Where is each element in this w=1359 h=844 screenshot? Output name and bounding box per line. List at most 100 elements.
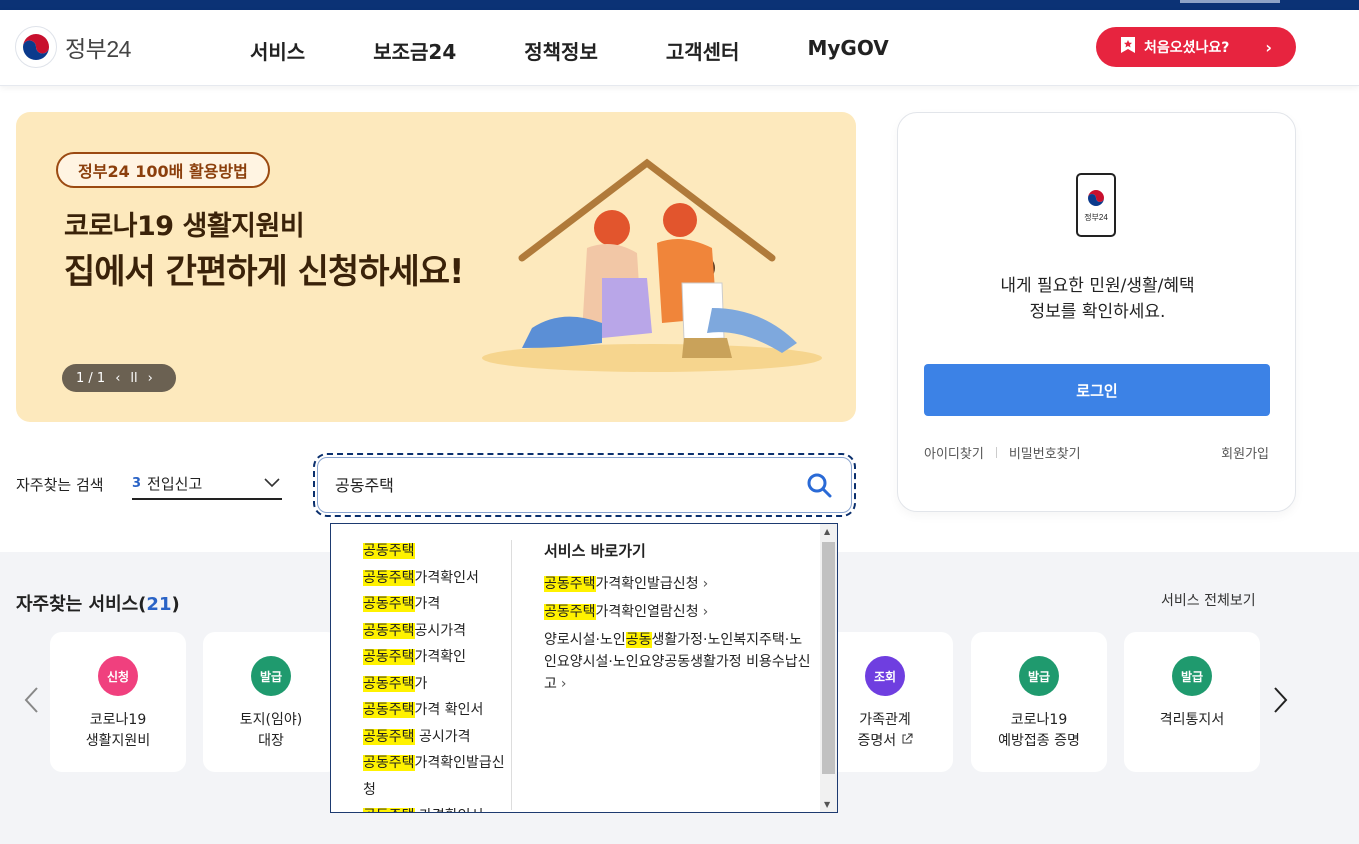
suggestion-item[interactable]: 공동주택가격 [363, 591, 513, 618]
first-visit-label: 처음오셨나요? [1144, 40, 1230, 56]
hero-banner[interactable]: 정부24 100배 활용방법 코로나19 생활지원비 집에서 간편하게 신청하세… [16, 112, 856, 422]
suggestion-match: 공동주택 [363, 622, 415, 639]
services-title-end: ) [171, 594, 180, 615]
suggestion-item[interactable]: 공동주택가격확인서 [363, 565, 513, 592]
suggestion-match: 공동주택 [363, 755, 415, 771]
find-password-link[interactable]: 비밀번호찾기 [1009, 443, 1081, 462]
service-badge: 조회 [865, 656, 905, 696]
pause-icon[interactable]: ll [130, 371, 137, 386]
service-name-line1: 가족관계 [859, 712, 911, 728]
shortcut-link[interactable]: 양로시설·노인공동생활가정·노인복지주택·노인요양시설·노인요양공동생활가정 비… [544, 629, 814, 695]
frequent-search-select[interactable]: 3 전입신고 [132, 468, 282, 500]
service-name-line1: 코로나19 [1010, 712, 1068, 728]
signup-link[interactable]: 회원가입 [1221, 443, 1269, 462]
suggestion-item[interactable]: 공동주택가격확인발급신청 [363, 750, 513, 803]
services-title-text: 자주찾는 서비스( [16, 594, 147, 615]
shortcut-text-post: 가격확인발급신청 [595, 576, 699, 592]
prev-slide-icon[interactable]: ‹ [115, 371, 120, 386]
main-nav: 서비스 보조금24 정책정보 고객센터 MyGOV [250, 36, 957, 65]
chevron-down-icon [264, 474, 280, 492]
bookmark-star-icon [1120, 36, 1136, 58]
service-name-line1: 토지(임야) [239, 712, 303, 728]
service-name: 토지(임야) 대장 [203, 710, 339, 752]
suggestion-match: 공동주택 [363, 728, 415, 745]
frequent-search-label: 자주찾는 검색 [16, 476, 104, 494]
suggestion-item[interactable]: 공동주택 가격확인서 [363, 803, 513, 812]
search-box [313, 453, 856, 517]
service-badge: 발급 [251, 656, 291, 696]
suggestion-item[interactable]: 공동주택 [363, 538, 513, 565]
first-visit-button[interactable]: 처음오셨나요? › [1096, 27, 1296, 67]
service-badge: 발급 [1019, 656, 1059, 696]
search-input[interactable] [335, 474, 775, 493]
suggestion-rest: 가격 [414, 596, 441, 612]
suggestion-match: 공동주택 [363, 543, 415, 559]
suggestion-rest: 공시가격 [414, 622, 467, 639]
service-name: 코로나19 생활지원비 [50, 710, 186, 752]
family-house-illustration [482, 158, 822, 372]
shortcut-text-hl: 공동주택 [544, 576, 596, 592]
find-id-link[interactable]: 아이디찾기 [924, 443, 984, 462]
scroll-down-icon[interactable]: ▼ [824, 800, 830, 809]
shortcuts-heading: 서비스 바로가기 [544, 542, 646, 560]
suggestion-item[interactable]: 공동주택공시가격 [363, 618, 513, 645]
service-name-line2: 대장 [258, 733, 284, 749]
autocomplete-dropdown: 공동주택 공동주택가격확인서 공동주택가격 공동주택공시가격 공동주택가격확인 공동주택가… [330, 523, 838, 813]
chevron-right-icon: › [560, 676, 567, 692]
suggestion-list: 공동주택 공동주택가격확인서 공동주택가격 공동주택공시가격 공동주택가격확인 공동주택가… [363, 538, 513, 812]
shortcut-links: 공동주택가격확인발급신청 › 공동주택가격확인열람신청 › 양로시설·노인공동생활가정·… [544, 573, 814, 695]
login-message-line1: 내게 필요한 민원/생활/혜택 [1000, 276, 1195, 296]
carousel-prev-icon[interactable] [22, 686, 42, 718]
suggestion-item[interactable]: 공동주택가 [363, 671, 513, 698]
banner-subtitle: 코로나19 생활지원비 [64, 211, 305, 242]
search-icon[interactable] [806, 472, 832, 502]
suggestion-rest: 가격확인 [414, 649, 467, 665]
service-name: 코로나19 예방접종 증명 [971, 710, 1107, 752]
suggestion-item[interactable]: 공동주택가격확인 [363, 644, 513, 671]
service-name-line2: 예방접종 증명 [998, 733, 1080, 749]
shortcut-text-post: 가격확인열람신청 [595, 604, 699, 620]
suggestion-rest: 공시가격 [414, 728, 471, 745]
service-name-line1: 코로나19 [89, 712, 147, 728]
logo[interactable]: 정부24 [15, 26, 131, 68]
suggestion-item[interactable]: 공동주택가격 확인서 [363, 697, 513, 724]
link-divider [995, 447, 997, 458]
nav-subsidy24[interactable]: 보조금24 [373, 36, 456, 65]
service-badge: 발급 [1172, 656, 1212, 696]
shortcut-link[interactable]: 공동주택가격확인열람신청 › [544, 601, 814, 623]
login-message: 내게 필요한 민원/생활/혜택 정보를 확인하세요. [898, 273, 1297, 325]
suggestion-match: 공동주택 [363, 569, 415, 586]
nav-mygov[interactable]: MyGOV [807, 36, 888, 65]
scrollbar-thumb[interactable] [822, 542, 835, 774]
service-card[interactable]: 신청 코로나19 생활지원비 [50, 632, 186, 772]
top-strip-tab [1180, 0, 1280, 3]
shortcut-link[interactable]: 공동주택가격확인발급신청 › [544, 573, 814, 595]
login-message-line2: 정보를 확인하세요. [1029, 302, 1166, 322]
dropdown-divider [511, 540, 512, 810]
suggestion-rest: 가격 확인서 [414, 702, 484, 718]
service-card[interactable]: 발급 토지(임야) 대장 [203, 632, 339, 772]
nav-services[interactable]: 서비스 [250, 36, 305, 65]
login-button[interactable]: 로그인 [924, 364, 1270, 416]
service-card[interactable]: 발급 코로나19 예방접종 증명 [971, 632, 1107, 772]
service-shortcuts: 서비스 바로가기 공동주택가격확인발급신청 › 공동주택가격확인열람신청 › 양로시설·… [544, 540, 814, 701]
dropdown-scrollbar[interactable]: ▲ ▼ [820, 524, 837, 812]
login-card: 정부24 내게 필요한 민원/생활/혜택 정보를 확인하세요. 로그인 아이디찾… [897, 112, 1296, 512]
next-slide-icon[interactable]: › [148, 371, 153, 386]
carousel-next-icon[interactable] [1270, 686, 1290, 718]
suggestion-match: 공동주택 [363, 649, 415, 665]
banner-page-indicator: 1 / 1 [76, 370, 106, 386]
suggestion-match: 공동주택 [363, 675, 415, 692]
view-all-services-link[interactable]: 서비스 전체보기 [1161, 590, 1256, 610]
services-count: 21 [146, 594, 172, 615]
chevron-right-icon: › [702, 576, 709, 592]
shortcut-text-hl: 공동주택 [544, 604, 596, 620]
service-badge: 신청 [98, 656, 138, 696]
site-header: 정부24 서비스 보조금24 정책정보 고객센터 MyGOV 처음오셨나요? › [0, 10, 1359, 86]
scroll-up-icon[interactable]: ▲ [824, 527, 830, 536]
service-name: 격리통지서 [1159, 712, 1225, 728]
service-card[interactable]: 발급 격리통지서 [1124, 632, 1260, 772]
nav-customer-center[interactable]: 고객센터 [666, 36, 740, 65]
nav-policy-info[interactable]: 정책정보 [524, 36, 598, 65]
suggestion-item[interactable]: 공동주택 공시가격 [363, 724, 513, 751]
